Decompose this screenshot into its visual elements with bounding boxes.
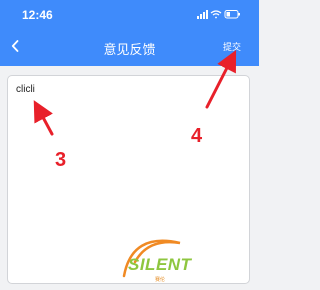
status-time: 12:46 bbox=[22, 8, 53, 22]
signal-icon bbox=[197, 10, 208, 19]
nav-bar: 意见反馈 提交 bbox=[0, 34, 259, 60]
feedback-text-value: clicli bbox=[16, 84, 35, 95]
watermark-text: SILENT bbox=[128, 255, 192, 274]
status-icons bbox=[197, 10, 240, 19]
watermark-subtext: 赛伦 bbox=[155, 277, 166, 283]
status-bar: 12:46 bbox=[0, 0, 259, 28]
app-header: 12:46 意见反馈 提交 bbox=[0, 0, 259, 66]
feedback-textarea[interactable]: clicli bbox=[7, 75, 250, 284]
submit-button[interactable]: 提交 bbox=[214, 40, 250, 54]
wifi-icon bbox=[210, 10, 222, 19]
battery-icon bbox=[224, 10, 240, 19]
